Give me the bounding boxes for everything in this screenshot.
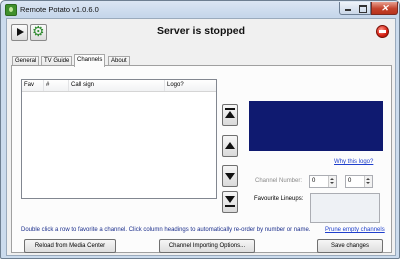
- move-down-button[interactable]: [222, 165, 238, 187]
- channel-number-value: 0: [312, 178, 316, 184]
- maximize-button[interactable]: [355, 2, 371, 15]
- channel-logo-preview: [249, 101, 383, 151]
- why-this-logo-link[interactable]: Why this logo?: [334, 159, 373, 165]
- close-icon: ✕: [381, 3, 389, 13]
- stop-server-button[interactable]: [376, 25, 389, 38]
- column-call-sign[interactable]: Call sign: [69, 80, 165, 91]
- column-logo[interactable]: Logo?: [165, 80, 216, 91]
- move-to-top-button[interactable]: [222, 104, 238, 126]
- server-status: Server is stopped: [156, 25, 246, 37]
- move-to-bottom-button[interactable]: [222, 191, 238, 213]
- favourite-lineups-label: Favourite Lineups:: [254, 196, 304, 202]
- prune-empty-channels-link[interactable]: Prune empty channels: [325, 227, 385, 233]
- maximize-icon: [359, 5, 367, 13]
- main-content: ⚙ Server is stopped General TV Guide Cha…: [6, 18, 396, 256]
- column-fav[interactable]: Fav: [22, 80, 44, 91]
- channel-number-label: Channel Number:: [255, 178, 303, 184]
- reload-from-media-center-button[interactable]: Reload from Media Center: [24, 239, 116, 253]
- channel-list[interactable]: Fav # Call sign Logo?: [21, 79, 217, 199]
- minimize-icon: [345, 9, 351, 11]
- title-bar[interactable]: Remote Potato v1.0.6.0 ✕: [1, 1, 399, 17]
- column-number[interactable]: #: [44, 80, 69, 91]
- instructions-text: Double click a row to favorite a channel…: [21, 227, 311, 233]
- window-title: Remote Potato v1.0.6.0: [20, 5, 99, 14]
- channel-number-spinner[interactable]: 0: [309, 175, 337, 188]
- move-up-button[interactable]: [222, 135, 238, 157]
- channel-list-header: Fav # Call sign Logo?: [22, 80, 216, 92]
- app-window: Remote Potato v1.0.6.0 ✕ ⚙ Server is sto…: [0, 0, 400, 259]
- close-button[interactable]: ✕: [371, 2, 398, 15]
- channel-subnumber-value: 0: [348, 178, 352, 184]
- app-logo-icon: [5, 4, 17, 16]
- move-down-icon: [225, 173, 235, 180]
- move-up-icon: [225, 142, 235, 149]
- channel-subnumber-spinner[interactable]: 0: [345, 175, 373, 188]
- tab-channels[interactable]: Channels: [74, 54, 106, 67]
- save-changes-button[interactable]: Save changes: [317, 239, 383, 253]
- stop-server-icon: [379, 30, 386, 33]
- favourite-lineups-list[interactable]: [310, 193, 380, 223]
- channel-importing-options-button[interactable]: Channel Importing Options...: [159, 239, 255, 253]
- channels-panel: Fav # Call sign Logo? Why this logo? Cha…: [11, 65, 392, 253]
